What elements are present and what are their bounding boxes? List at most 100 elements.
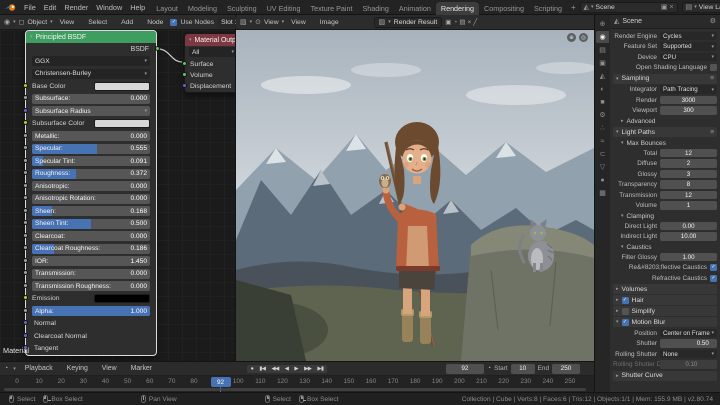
pack-image-icon[interactable]: ◔ (453, 19, 457, 26)
transmission-slider[interactable]: Transmission:0.000 (32, 269, 150, 279)
unlink-scene-icon[interactable]: × (670, 4, 674, 11)
menu-view[interactable]: View (56, 19, 79, 26)
subsurface-radius-dropdown[interactable]: Subsurface Radius▾ (32, 106, 150, 116)
blender-logo-icon[interactable] (5, 3, 17, 12)
workspace-tab-layout[interactable]: Layout (151, 2, 183, 15)
section-volumes[interactable]: ▸Volumes (613, 284, 717, 294)
menu-file[interactable]: File (20, 3, 40, 12)
gray-socket-icon[interactable] (23, 283, 28, 288)
motion-blur-checkbox[interactable] (622, 319, 629, 326)
menu-help[interactable]: Help (126, 3, 149, 12)
menu-select[interactable]: Select (84, 19, 111, 26)
material-output-node[interactable]: ▾ Material Output All ▾ SurfaceVolumeDis… (184, 33, 235, 93)
vector-socket-icon[interactable] (23, 333, 28, 338)
gray-socket-icon[interactable] (23, 95, 28, 100)
section-light-paths[interactable]: ▾Light Paths≡ (613, 127, 717, 137)
device-dropdown[interactable]: CPU▾ (660, 53, 717, 62)
gray-socket-icon[interactable] (23, 233, 28, 238)
gray-socket-icon[interactable] (23, 145, 28, 150)
metallic-slider[interactable]: Metallic:0.000 (32, 131, 150, 141)
gray-socket-icon[interactable] (23, 158, 28, 163)
clearcoat-roughness-slider[interactable]: Clearcoat Roughness:0.186 (32, 244, 150, 254)
rolling-shutter-dur-field[interactable]: 0.10 (660, 360, 717, 369)
gray-socket-icon[interactable] (23, 195, 28, 200)
add-workspace-button[interactable]: + (567, 3, 580, 12)
shutter-field[interactable]: 0.50 (660, 339, 717, 348)
menu-playback[interactable]: Playback (21, 365, 57, 372)
refractive-caustics-checkbox[interactable] (710, 275, 717, 282)
subsection-advanced[interactable]: ▸Advanced (613, 116, 717, 126)
menu-node[interactable]: Node (143, 19, 167, 26)
jump-start-button[interactable]: ▮◀ (257, 365, 268, 373)
jump-end-button[interactable]: ▶▮ (315, 365, 326, 373)
subsection-max-bounces[interactable]: ▾Max Bounces (613, 138, 717, 148)
gray-socket-icon[interactable] (23, 245, 28, 250)
menu-edit[interactable]: Edit (40, 3, 61, 12)
transparency-field[interactable]: 8 (660, 180, 717, 189)
texture-properties-tab[interactable]: ▦ (596, 187, 609, 199)
roughness-slider[interactable]: Roughness:0.372 (32, 169, 150, 179)
use-nodes-checkbox[interactable] (170, 19, 177, 26)
constraints-properties-tab[interactable]: ⊂ (596, 148, 609, 160)
section-simplify[interactable]: ▸Simplify (613, 306, 717, 316)
zoom-gizmo-icon[interactable]: ⊕ (567, 33, 576, 42)
feature-set-dropdown[interactable]: Supported▾ (660, 42, 717, 51)
transmission-field[interactable]: 12 (660, 191, 717, 200)
current-frame-field[interactable]: 92 (446, 364, 484, 374)
physics-properties-tab[interactable]: ≈ (596, 135, 609, 147)
new-scene-icon[interactable]: ▣ (661, 4, 668, 11)
shader-socket-icon[interactable] (155, 46, 160, 51)
material-properties-tab[interactable]: ● (596, 174, 609, 186)
image-editor-icon[interactable]: ▨ (240, 19, 247, 26)
collapse-icon[interactable]: ▾ (189, 37, 192, 43)
hair-checkbox[interactable] (622, 297, 629, 304)
integrator-dropdown[interactable]: Path Tracing▾ (660, 85, 717, 94)
workspace-tab-modeling[interactable]: Modeling (183, 2, 222, 15)
record-button[interactable]: ● (248, 365, 256, 373)
section-hair[interactable]: ▸Hair (613, 295, 717, 305)
menu-keying[interactable]: Keying (63, 365, 92, 372)
scene-properties-tab[interactable]: ◭ (596, 70, 609, 82)
options-gear-icon[interactable]: ⚙ (710, 18, 716, 25)
subsection-caustics[interactable]: ▾Caustics (613, 242, 717, 252)
yellow-socket-icon[interactable] (23, 120, 28, 125)
image-datablock-selector[interactable]: ▨▾ Render Result (374, 17, 443, 28)
workspace-tab-rendering[interactable]: Rendering (436, 2, 479, 15)
filter-glossy-field[interactable]: 1.00 (660, 253, 717, 262)
gray-socket-icon[interactable] (23, 133, 28, 138)
pin-icon[interactable]: ⊙ (255, 19, 261, 26)
view-layer-properties-tab[interactable]: ▣ (596, 57, 609, 69)
gray-socket-icon[interactable] (23, 183, 28, 188)
clearcoat-slider[interactable]: Clearcoat:0.000 (32, 231, 150, 241)
christensen-burley-dropdown[interactable]: Christensen-Burley▾ (32, 69, 150, 79)
tool-properties-tab[interactable]: ⊕ (596, 18, 609, 30)
sheen-slider[interactable]: Sheen:0.168 (32, 206, 150, 216)
workspace-tab-texture-paint[interactable]: Texture Paint (306, 2, 358, 15)
start-frame-field[interactable]: 10 (511, 364, 535, 374)
menu-view[interactable]: View (98, 365, 121, 372)
shader-socket-icon[interactable] (182, 72, 187, 77)
menu-add[interactable]: Add (117, 19, 137, 26)
specular-tint-slider[interactable]: Specular Tint:0.091 (32, 156, 150, 166)
next-keyframe-button[interactable]: ▶▶ (302, 365, 314, 373)
workspace-tab-sculpting[interactable]: Sculpting (222, 2, 262, 15)
gray-socket-icon[interactable] (23, 308, 28, 313)
anisotropic-rotation-slider[interactable]: Anisotropic Rotation:0.000 (32, 194, 150, 204)
rolling-shutter-dropdown[interactable]: None▾ (660, 350, 717, 359)
unlink-image-icon[interactable]: × (467, 19, 471, 26)
node-canvas[interactable]: ▾ Principled BSDF BSDF GGX▾Christensen-B… (0, 30, 235, 361)
viewport-field[interactable]: 300 (660, 106, 717, 115)
shader-mode-dropdown[interactable]: Object (27, 19, 47, 26)
principled-node-header[interactable]: ▾ Principled BSDF (26, 31, 156, 43)
output-target-dropdown[interactable]: All ▾ (189, 47, 235, 57)
gray-socket-icon[interactable] (23, 170, 28, 175)
vector-socket-icon[interactable] (182, 83, 187, 88)
object-data-properties-tab[interactable]: ▽ (596, 161, 609, 173)
presets-icon[interactable]: ≡ (710, 129, 714, 136)
open-image-icon[interactable]: ▤ (459, 18, 465, 26)
simplify-checkbox[interactable] (622, 308, 629, 315)
open-shading-language-checkbox[interactable] (710, 64, 717, 71)
render-engine-dropdown[interactable]: Cycles▾ (660, 32, 717, 41)
scene-selector[interactable]: ◭▾ Scene ▣ × (580, 2, 678, 13)
presets-icon[interactable]: ≡ (710, 75, 714, 82)
